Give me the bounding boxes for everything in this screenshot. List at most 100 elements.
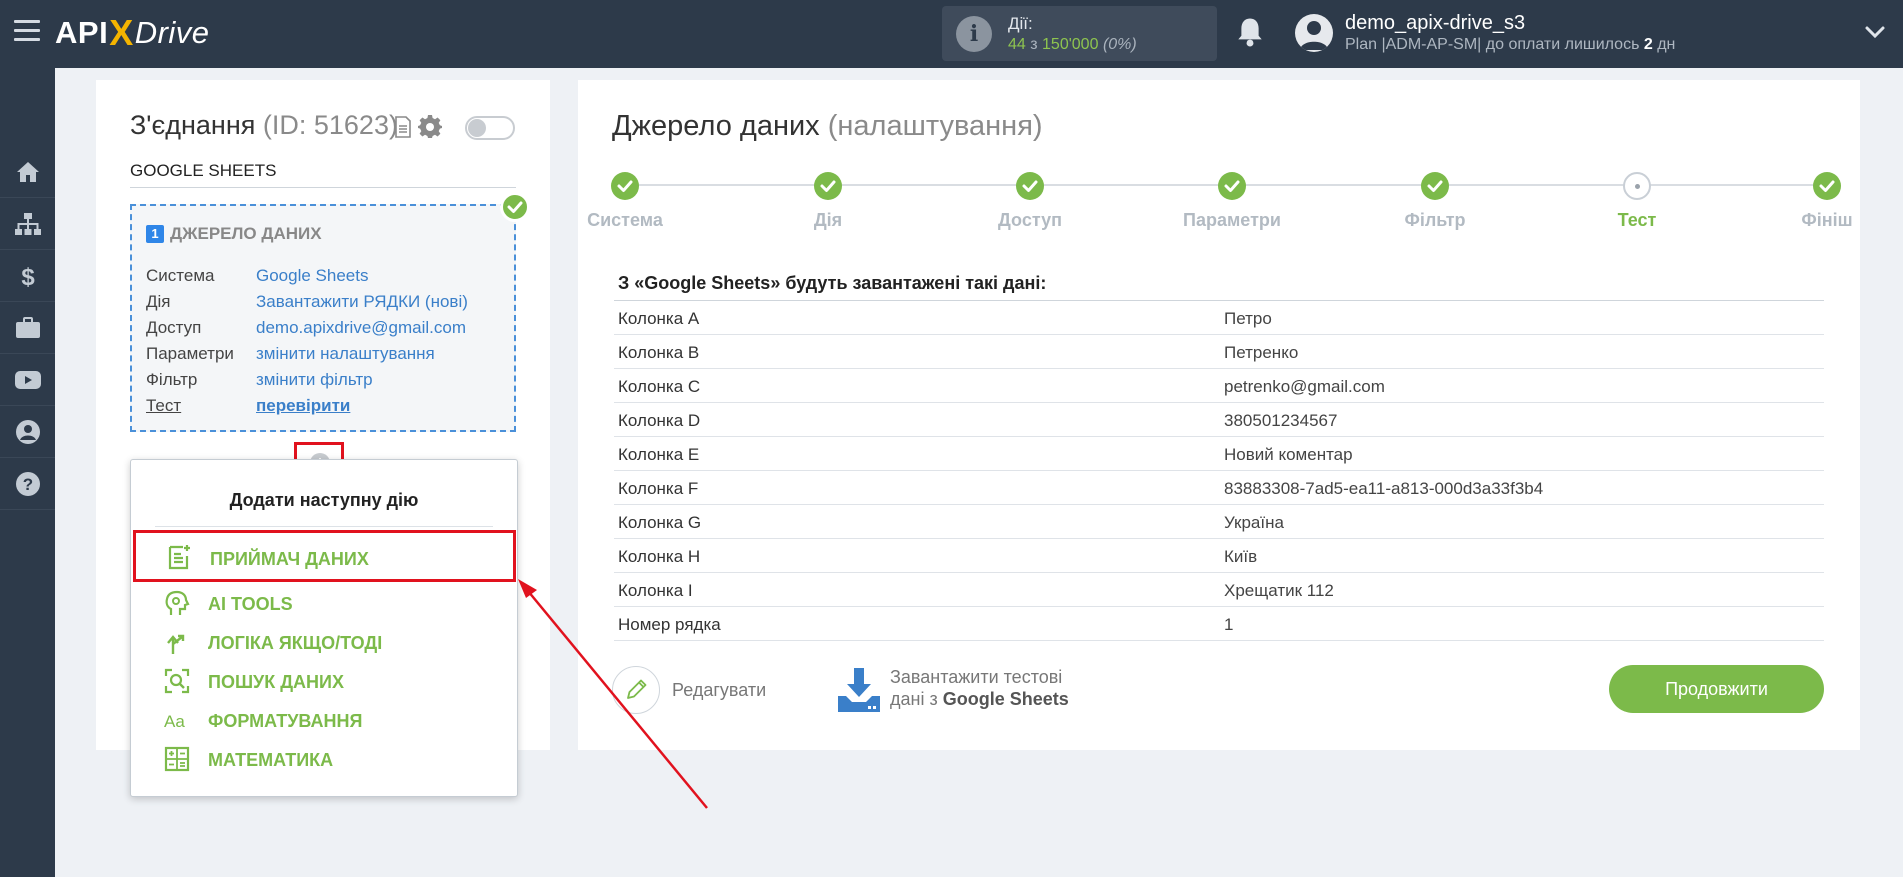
source-row-value[interactable]: змінити налаштування: [256, 344, 435, 364]
step-check-icon: [814, 172, 842, 200]
top-bar: API X Drive i Дії: 44 з 150'000 (0%) demo_…: [0, 0, 1903, 68]
connection-toggle[interactable]: [465, 116, 515, 140]
actions-counter: i Дії: 44 з 150'000 (0%): [942, 6, 1217, 61]
step-label: Дія: [813, 210, 843, 230]
download-label-line1: Завантажити тестові: [890, 667, 1063, 687]
table-cell-column: Колонка G: [618, 513, 702, 532]
plan-days: 2: [1643, 36, 1653, 53]
svg-text:Aa: Aa: [164, 712, 185, 731]
menu-item-logic[interactable]: ЛОГІКА ЯКЩО/ТОДІ: [131, 623, 517, 661]
sidebar: $ ?: [0, 68, 55, 877]
continue-button[interactable]: Продовжити: [1609, 665, 1824, 713]
step-label: Фініш: [1801, 210, 1853, 230]
download-label: Завантажити тестові дані з Google Sheets: [890, 666, 1069, 710]
user-avatar-icon[interactable]: [1295, 14, 1333, 52]
source-row-key: Тест: [146, 396, 182, 415]
table-cell-value: Новий коментар: [1224, 445, 1353, 464]
user-name[interactable]: demo_apix-drive_s3: [1345, 12, 1525, 35]
source-settings-title: Джерело даних (налаштування): [612, 110, 1043, 143]
step-label: Параметри: [1183, 210, 1281, 230]
table-row: Колонка C petrenko@gmail.com: [614, 369, 1824, 403]
table-cell-column: Колонка E: [618, 445, 700, 464]
sidebar-briefcase-icon[interactable]: [0, 302, 55, 354]
edit-button[interactable]: Редагувати: [612, 666, 792, 714]
source-test-link[interactable]: перевірити: [256, 396, 350, 416]
step-check-icon: [1813, 172, 1841, 200]
download-icon: [838, 668, 880, 712]
actions-percent: (0%): [1102, 36, 1137, 53]
table-cell-value: Петренко: [1224, 343, 1299, 362]
source-row-key: Дія: [146, 292, 171, 311]
sidebar-help-icon[interactable]: ?: [0, 458, 55, 510]
menu-item-label: AI TOOLS: [208, 594, 293, 614]
connection-title-text: З'єднання: [130, 110, 256, 140]
source-row-value[interactable]: змінити фільтр: [256, 370, 373, 390]
table-cell-value: Хрещатик 112: [1224, 581, 1334, 600]
download-label-bold: Google Sheets: [942, 689, 1069, 709]
actions-usage: 44 з 150'000 (0%): [1008, 36, 1137, 54]
menu-item-ai-tools[interactable]: AI TOOLS: [131, 584, 517, 622]
menu-title: Додати наступну дію: [229, 490, 419, 510]
format-icon: Aa: [164, 712, 185, 731]
table-cell-column: Колонка D: [618, 411, 701, 430]
table-cell-value: petrenko@gmail.com: [1224, 377, 1385, 396]
menu-item-formatting[interactable]: Aa ФОРМАТУВАННЯ: [131, 701, 517, 739]
sidebar-home-icon[interactable]: [0, 146, 55, 198]
table-cell-column: Колонка B: [618, 343, 700, 362]
logo-drive: Drive: [134, 15, 210, 50]
source-row-key: Доступ: [146, 318, 202, 337]
step-current-icon: [1623, 172, 1651, 200]
source-row-key: Фільтр: [146, 370, 198, 389]
source-settings-title-text: Джерело даних: [612, 110, 820, 142]
table-row: Колонка A Петро: [614, 301, 1824, 335]
source-block[interactable]: 1 ДЖЕРЕЛО ДАНИХ Система Google Sheets Дія…: [130, 204, 516, 432]
source-row-key: Система: [146, 266, 215, 285]
edit-label: Редагувати: [672, 680, 767, 700]
table-row: Колонка B Петренко: [614, 335, 1824, 369]
source-row-value[interactable]: Google Sheets: [256, 266, 368, 286]
menu-item-receiver[interactable]: ПРИЙМАЧ ДАНИХ: [133, 530, 516, 582]
source-row-value[interactable]: demo.apixdrive@gmail.com: [256, 318, 466, 338]
table-row: Колонка E Новий коментар: [614, 437, 1824, 471]
menu-item-label: ФОРМАТУВАННЯ: [208, 711, 363, 731]
actions-total: 150'000: [1042, 36, 1099, 53]
table-row: Колонка F 83883308-7ad5-ea11-a813-000d3a3…: [614, 471, 1824, 505]
logic-icon: [167, 634, 185, 654]
source-row-key: Параметри: [146, 344, 234, 363]
svg-text:$: $: [21, 264, 35, 289]
add-action-menu: Додати наступну дію ПРИЙМАЧ ДАНИХ AI TOO…: [130, 459, 518, 797]
step-label: Фільтр: [1404, 210, 1466, 230]
data-preview-title: З «Google Sheets» будуть завантажені так…: [618, 273, 1047, 293]
sidebar-youtube-icon[interactable]: [0, 354, 55, 406]
table-cell-column: Колонка C: [618, 377, 701, 396]
actions-sep: з: [1025, 36, 1043, 53]
table-cell-value: Україна: [1224, 513, 1284, 532]
table-cell-value: 83883308-7ad5-ea11-a813-000d3a33f3b4: [1224, 479, 1544, 498]
bell-icon[interactable]: [1235, 16, 1265, 48]
menu-item-math[interactable]: МАТЕМАТИКА: [131, 740, 517, 778]
table-cell-value: Київ: [1224, 547, 1258, 566]
svg-text:?: ?: [22, 475, 32, 494]
table-cell-column: Колонка A: [618, 309, 700, 328]
download-test-data-button[interactable]: Завантажити тестові дані з Google Sheets: [836, 664, 1096, 716]
logo[interactable]: API X Drive: [55, 10, 210, 56]
logo-api: API: [55, 15, 109, 50]
source-row-value[interactable]: Завантажити РЯДКИ (нові): [256, 292, 468, 312]
document-icon[interactable]: [394, 116, 412, 138]
gear-icon[interactable]: [418, 114, 442, 138]
menu-item-search-data[interactable]: ПОШУК ДАНИХ: [131, 662, 517, 700]
menu-item-label: ПОШУК ДАНИХ: [208, 672, 344, 692]
actions-used: 44: [1008, 36, 1026, 53]
sidebar-sitemap-icon[interactable]: [0, 198, 55, 250]
sidebar-user-icon[interactable]: [0, 406, 55, 458]
step-check-icon: [1421, 172, 1449, 200]
source-check-icon: [500, 192, 530, 222]
table-row: Колонка G Україна: [614, 505, 1824, 539]
sidebar-dollar-icon[interactable]: $: [0, 250, 55, 302]
hamburger-menu-icon[interactable]: [14, 20, 40, 46]
chevron-down-icon[interactable]: [1863, 22, 1887, 42]
connection-id: (ID: 51623): [262, 110, 398, 140]
search-data-icon: [164, 668, 190, 694]
table-cell-value: 380501234567: [1224, 411, 1338, 430]
table-cell-value: 1: [1224, 615, 1234, 634]
